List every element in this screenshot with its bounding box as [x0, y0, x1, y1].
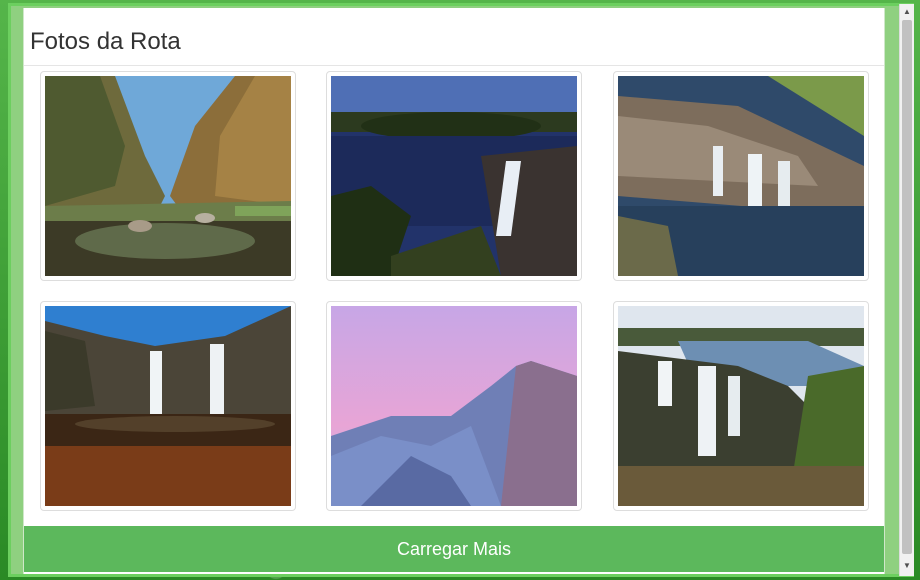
- waterfall-lake-image: [331, 76, 577, 276]
- photo-thumbnail-twin-waterfalls[interactable]: [40, 301, 296, 511]
- photos-modal: Fotos da Rota Carregar Mais: [23, 8, 885, 574]
- photo-thumbnail-pink-mountain[interactable]: [326, 301, 582, 511]
- arrow-down-icon[interactable]: ▼: [900, 559, 914, 573]
- photo-thumbnail-aerial-waterfall[interactable]: [613, 71, 869, 281]
- photo-thumbnail-wide-waterfall[interactable]: [613, 301, 869, 511]
- scrollbar-thumb[interactable]: [902, 20, 912, 554]
- modal-title: Fotos da Rota: [30, 28, 181, 55]
- canyon-river-image: [45, 76, 291, 276]
- photo-thumbnail-waterfall-lake[interactable]: [326, 71, 582, 281]
- vertical-scrollbar[interactable]: ▲ ▼: [899, 4, 914, 576]
- pink-mountain-image: [331, 306, 577, 506]
- aerial-waterfall-image: [618, 76, 864, 276]
- wide-waterfall-image: [618, 306, 864, 506]
- photo-grid: [24, 66, 884, 526]
- twin-waterfalls-image: [45, 306, 291, 506]
- photo-thumbnail-canyon-river[interactable]: [40, 71, 296, 281]
- load-more-button[interactable]: Carregar Mais: [24, 526, 884, 572]
- modal-header: Fotos da Rota: [24, 8, 884, 66]
- arrow-up-icon[interactable]: ▲: [900, 5, 914, 19]
